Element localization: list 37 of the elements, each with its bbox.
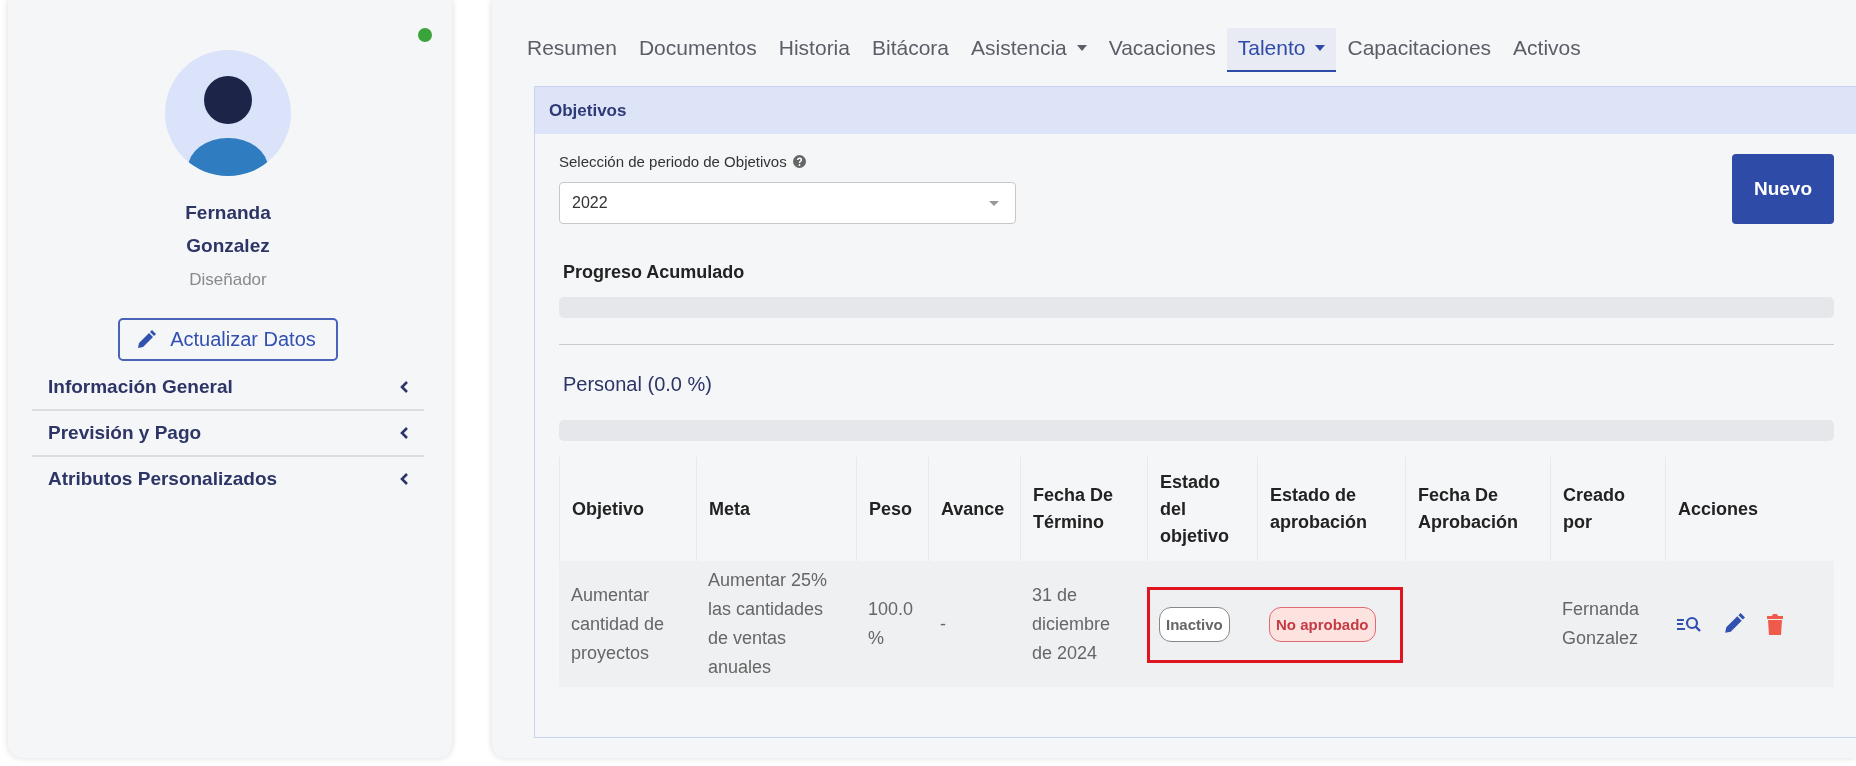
table-cell: - (928, 561, 1020, 687)
field-label: Selección de periodo de Objetivos (559, 153, 787, 170)
pencil-icon (136, 329, 157, 350)
sidebar-section[interactable]: Información General (32, 365, 424, 411)
tab[interactable]: Resumen (516, 28, 628, 72)
tab[interactable]: Asistencia (960, 28, 1098, 72)
table-cell: 100.0 % (856, 561, 928, 687)
sidebar-section[interactable]: Atributos Personalizados (32, 457, 424, 501)
new-button[interactable]: Nuevo (1731, 154, 1834, 224)
table-cell: Fernanda Gonzalez (1550, 561, 1665, 687)
section-title: Personal (0.0 %) (563, 373, 713, 396)
pencil-icon[interactable] (1723, 613, 1745, 635)
table-cell: Aumentar cantidad de proyectos (559, 561, 696, 687)
profile-name: Fernanda Gonzalez (184, 201, 272, 258)
sidebar-section[interactable]: Previsión y Pago (32, 411, 424, 457)
tab[interactable]: Capacitaciones (1336, 28, 1503, 72)
section-title: Progreso Acumulado (563, 262, 746, 283)
tab[interactable]: Bitácora (860, 28, 960, 72)
help-icon[interactable] (792, 155, 806, 168)
update-data-button[interactable]: Actualizar Datos (118, 318, 338, 361)
tab[interactable]: Activos (1502, 28, 1592, 72)
status-badge: No aprobado (1269, 606, 1376, 642)
search-list-icon[interactable] (1677, 615, 1701, 633)
caret-icon (1076, 45, 1087, 51)
tab[interactable]: Vacaciones (1097, 28, 1227, 72)
caret-icon (1315, 45, 1326, 51)
table-cell: 31 de diciembre de 2024 (1020, 561, 1147, 687)
tab[interactable]: Talento (1226, 28, 1337, 72)
status-badge: Inactivo (1159, 606, 1230, 642)
tab[interactable]: Historia (767, 28, 861, 72)
period-select[interactable]: 2022 (559, 182, 1016, 224)
profile-role: Diseñador (189, 270, 267, 290)
panel-title: Objetivos (535, 87, 1856, 134)
trash-icon[interactable] (1767, 613, 1783, 635)
caret-icon (989, 200, 999, 206)
tab[interactable]: Documentos (627, 28, 768, 72)
table-cell: Aumentar 25% las cantidades de ventas anuales (696, 561, 856, 687)
